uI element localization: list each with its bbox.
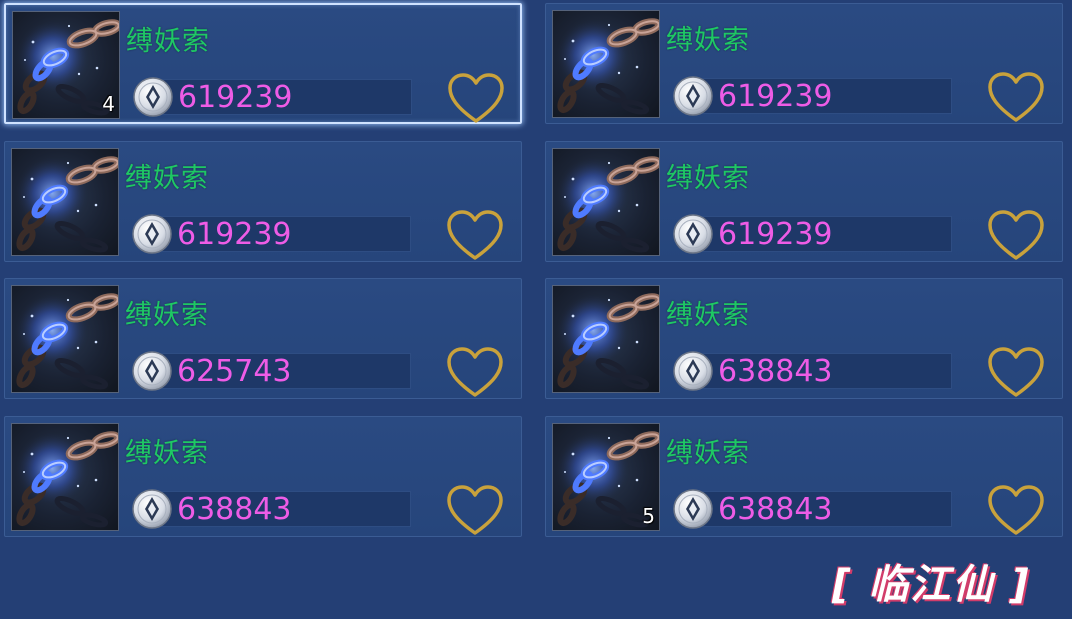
silver-coin-icon (672, 213, 714, 255)
item-price: 619239 (718, 79, 833, 114)
item-name: 缚妖索 (126, 26, 210, 57)
item-thumbnail (552, 285, 660, 393)
item-card[interactable]: 缚妖索 619239 (4, 141, 522, 262)
silver-coin-icon (131, 488, 173, 530)
item-price: 638843 (177, 492, 292, 527)
item-count: 5 (642, 504, 655, 528)
item-name: 缚妖索 (666, 300, 750, 331)
item-card[interactable]: 缚妖索 638843 (545, 278, 1063, 399)
item-price: 638843 (718, 492, 833, 527)
silver-coin-icon (672, 350, 714, 392)
item-card[interactable]: 缚妖索 638843 (4, 416, 522, 537)
item-thumbnail (11, 148, 119, 256)
silver-coin-icon (672, 75, 714, 117)
item-thumbnail (552, 10, 660, 118)
item-thumbnail (11, 285, 119, 393)
heart-outline-icon[interactable] (986, 345, 1046, 401)
silver-coin-icon (131, 350, 173, 392)
item-thumbnail (11, 423, 119, 531)
item-name: 缚妖索 (666, 25, 750, 56)
watermark: [ 临江仙 ] (832, 562, 1031, 608)
item-thumbnail: 4 (12, 11, 120, 119)
item-price: 619239 (718, 217, 833, 252)
item-thumbnail (552, 148, 660, 256)
item-thumbnail: 5 (552, 423, 660, 531)
silver-coin-icon (131, 213, 173, 255)
heart-outline-icon[interactable] (446, 71, 506, 127)
item-card[interactable]: 缚妖索 619239 (545, 141, 1063, 262)
item-count: 4 (102, 92, 115, 116)
item-price: 619239 (177, 217, 292, 252)
item-name: 缚妖索 (125, 300, 209, 331)
item-price: 625743 (177, 354, 292, 389)
heart-outline-icon[interactable] (445, 483, 505, 539)
heart-outline-icon[interactable] (445, 208, 505, 264)
heart-outline-icon[interactable] (986, 70, 1046, 126)
item-grid: 4 缚妖索 619239 缚妖索 619239 缚妖索 619239 缚妖索 6… (0, 0, 1072, 619)
item-card[interactable]: 缚妖索 619239 (545, 3, 1063, 124)
item-price: 619239 (178, 80, 293, 115)
item-name: 缚妖索 (666, 163, 750, 194)
item-name: 缚妖索 (666, 438, 750, 469)
silver-coin-icon (672, 488, 714, 530)
item-price: 638843 (718, 354, 833, 389)
item-name: 缚妖索 (125, 163, 209, 194)
item-card[interactable]: 5 缚妖索 638843 (545, 416, 1063, 537)
item-name: 缚妖索 (125, 438, 209, 469)
silver-coin-icon (132, 76, 174, 118)
heart-outline-icon[interactable] (445, 345, 505, 401)
heart-outline-icon[interactable] (986, 483, 1046, 539)
item-card[interactable]: 缚妖索 625743 (4, 278, 522, 399)
item-card[interactable]: 4 缚妖索 619239 (4, 3, 522, 124)
heart-outline-icon[interactable] (986, 208, 1046, 264)
